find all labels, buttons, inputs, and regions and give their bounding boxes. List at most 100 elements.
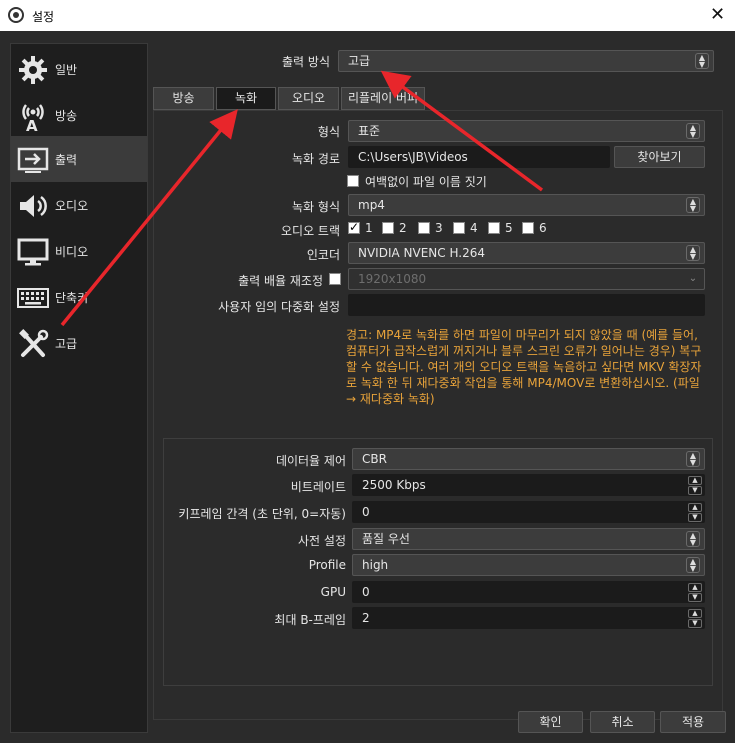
rescale-output-checkbox[interactable] xyxy=(329,273,341,285)
audio-track-5-label: 5 xyxy=(505,221,513,235)
max-bframes-value: 2 xyxy=(362,611,370,625)
audio-track-2-label: 2 xyxy=(399,221,407,235)
sidebar-item-label: 비디오 xyxy=(55,245,89,259)
ok-button[interactable]: 확인 xyxy=(518,711,583,733)
preset-label: 사전 설정 xyxy=(298,534,346,548)
tab-audio[interactable]: 오디오 xyxy=(278,87,339,110)
bitrate-value: 2500 Kbps xyxy=(362,478,426,492)
window-title: 설정 xyxy=(32,10,55,24)
sidebar-item-label: 단축키 xyxy=(55,291,89,305)
spin-arrows-icon[interactable]: ▲ ▼ xyxy=(688,476,702,495)
bitrate-spinbox[interactable]: 2500 Kbps ▲ ▼ xyxy=(352,474,705,496)
audio-track-1-checkbox[interactable] xyxy=(348,220,360,234)
nospace-filename-checkbox[interactable] xyxy=(347,175,359,187)
gpu-value: 0 xyxy=(362,585,370,599)
tab-recording[interactable]: 녹화 xyxy=(216,87,276,110)
gpu-spinbox[interactable]: 0 ▲ ▼ xyxy=(352,581,705,603)
recording-type-select[interactable]: 표준 ▲ ▼ xyxy=(348,120,705,142)
recording-format-value: mp4 xyxy=(358,198,385,212)
sidebar-item-label: 방송 xyxy=(55,109,78,123)
sidebar-item-output[interactable]: 출력 xyxy=(11,136,147,182)
rate-control-value: CBR xyxy=(362,452,387,466)
monitor-icon xyxy=(17,237,49,267)
sidebar-item-advanced[interactable]: 고급 xyxy=(11,320,147,366)
output-mode-select[interactable]: 고급 ▲ ▼ xyxy=(338,50,714,72)
encoder-select[interactable]: NVIDIA NVENC H.264 ▲ ▼ xyxy=(348,242,705,264)
recording-type-label: 형식 xyxy=(317,125,340,139)
sidebar-item-label: 오디오 xyxy=(55,199,89,213)
chevron-down-icon: ⌄ xyxy=(688,273,698,284)
title-bar: 설정 ✕ xyxy=(0,0,735,31)
preset-value: 품질 우선 xyxy=(362,532,410,546)
obs-logo-icon xyxy=(8,7,24,23)
audio-track-4-label: 4 xyxy=(470,221,478,235)
audio-track-label: 오디오 트랙 xyxy=(280,224,340,238)
keyframe-interval-spinbox[interactable]: 0 ▲ ▼ xyxy=(352,501,705,523)
spin-arrows-icon[interactable]: ▲ ▼ xyxy=(688,583,702,602)
recording-path-label: 녹화 경로 xyxy=(292,152,340,166)
encoder-label: 인코더 xyxy=(306,248,340,262)
tools-icon xyxy=(17,329,49,359)
chevron-updown-icon: ▲ ▼ xyxy=(686,451,700,467)
apply-button[interactable]: 적용 xyxy=(660,711,726,733)
tab-replay-buffer[interactable]: 리플레이 버퍼 xyxy=(341,87,425,110)
audio-track-6-checkbox[interactable] xyxy=(522,222,534,234)
speaker-icon xyxy=(17,191,49,221)
audio-track-5-checkbox[interactable] xyxy=(488,222,500,234)
custom-muxer-input[interactable] xyxy=(348,294,705,316)
chevron-updown-icon: ▲ ▼ xyxy=(686,531,700,547)
cancel-button[interactable]: 취소 xyxy=(590,711,655,733)
spin-arrows-icon[interactable]: ▲ ▼ xyxy=(688,609,702,628)
rate-control-label: 데이터율 제어 xyxy=(275,454,346,468)
sidebar-item-stream[interactable]: A 방송 xyxy=(11,92,147,138)
settings-sidebar: 일반 A 방송 출력 오디오 비디오 단축키 고급 xyxy=(10,43,148,733)
gpu-label: GPU xyxy=(320,585,346,599)
output-icon xyxy=(17,145,49,175)
profile-label: Profile xyxy=(308,558,346,572)
audio-track-6-label: 6 xyxy=(539,221,547,235)
max-bframes-label: 최대 B-프레임 xyxy=(274,613,346,627)
sidebar-item-label: 출력 xyxy=(55,153,78,167)
recording-path-input[interactable]: C:\Users\JB\Videos xyxy=(348,146,610,168)
svg-text:A: A xyxy=(26,117,38,131)
recording-format-select[interactable]: mp4 ▲ ▼ xyxy=(348,194,705,216)
rescale-resolution-select[interactable]: 1920x1080 ⌄ xyxy=(348,268,705,290)
audio-track-3-checkbox[interactable] xyxy=(418,222,430,234)
recording-format-label: 녹화 형식 xyxy=(292,200,340,214)
profile-value: high xyxy=(362,558,389,572)
bitrate-label: 비트레이트 xyxy=(290,480,346,494)
sidebar-item-general[interactable]: 일반 xyxy=(11,46,147,92)
sidebar-item-label: 고급 xyxy=(55,337,78,351)
rate-control-select[interactable]: CBR ▲ ▼ xyxy=(352,448,705,470)
audio-track-2-checkbox[interactable] xyxy=(382,222,394,234)
spin-arrows-icon[interactable]: ▲ ▼ xyxy=(688,503,702,522)
output-mode-value: 고급 xyxy=(348,54,371,68)
chevron-updown-icon: ▲ ▼ xyxy=(695,53,709,69)
profile-select[interactable]: high ▲ ▼ xyxy=(352,554,705,576)
nospace-filename-label: 여백없이 파일 이름 짓기 xyxy=(365,175,487,189)
keyboard-icon xyxy=(17,283,49,313)
close-button[interactable]: ✕ xyxy=(700,0,735,31)
encoder-value: NVIDIA NVENC H.264 xyxy=(358,246,485,260)
audio-track-4-checkbox[interactable] xyxy=(453,222,465,234)
max-bframes-spinbox[interactable]: 2 ▲ ▼ xyxy=(352,607,705,629)
sidebar-item-audio[interactable]: 오디오 xyxy=(11,182,147,228)
gear-icon xyxy=(17,55,49,85)
chevron-updown-icon: ▲ ▼ xyxy=(686,123,700,139)
rescale-resolution-value: 1920x1080 xyxy=(358,272,427,286)
sidebar-item-video[interactable]: 비디오 xyxy=(11,228,147,274)
preset-select[interactable]: 품질 우선 ▲ ▼ xyxy=(352,528,705,550)
keyframe-interval-label: 키프레임 간격 (초 단위, 0=자동) xyxy=(178,507,346,521)
browse-button[interactable]: 찾아보기 xyxy=(614,146,705,168)
mp4-warning-text: 경고: MP4로 녹화를 하면 파일이 마무리가 되지 않았을 때 (예를 들어… xyxy=(346,328,702,406)
broadcast-icon: A xyxy=(17,101,49,131)
chevron-updown-icon: ▲ ▼ xyxy=(686,245,700,261)
audio-track-3-label: 3 xyxy=(435,221,443,235)
chevron-updown-icon: ▲ ▼ xyxy=(686,197,700,213)
custom-muxer-label: 사용자 임의 다중화 설정 xyxy=(218,300,340,314)
tab-stream[interactable]: 방송 xyxy=(153,87,214,110)
keyframe-interval-value: 0 xyxy=(362,505,370,519)
audio-track-1-label: 1 xyxy=(365,221,373,235)
sidebar-item-hotkeys[interactable]: 단축키 xyxy=(11,274,147,320)
chevron-updown-icon: ▲ ▼ xyxy=(686,557,700,573)
